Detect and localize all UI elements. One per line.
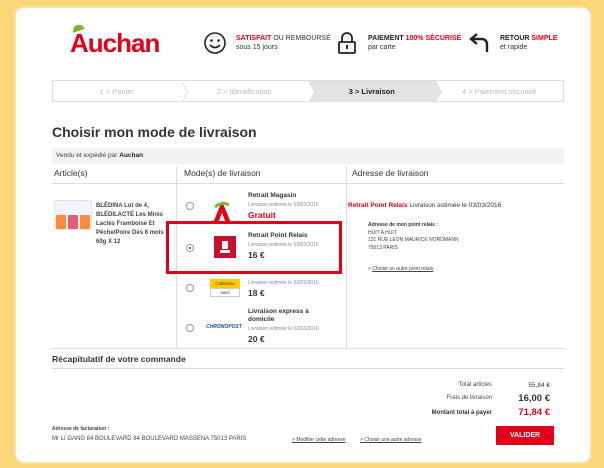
option-estimate: Livraison estimée le 03/03/2016: [248, 242, 319, 248]
page-title: Choisir mon mode de livraison: [52, 124, 257, 140]
radio-chronopost[interactable]: [186, 324, 194, 332]
delivery-address-summary: Retrait Point Relais Livraison estimée l…: [348, 202, 502, 209]
grand-total-value: 71,84 €: [518, 407, 550, 418]
option-estimate: Livraison estimée le 03/03/2016: [248, 202, 319, 208]
product-name: BLÉDINA Lot de 4, BLÉDILACTÉ Les Minis L…: [96, 203, 164, 245]
option-estimate: Livraison estimée le 03/03/2016: [248, 280, 319, 286]
secure-payment: PAIEMENT 100% SÉCURISÉ par carte: [334, 30, 461, 56]
divider: [346, 166, 347, 348]
column-header-articles: Article(s): [54, 168, 88, 178]
modify-address-link[interactable]: > Modifier cette adresse: [292, 437, 346, 443]
column-header-modes: Mode(s) de livraison: [184, 168, 261, 178]
radio-retrait-point-relais[interactable]: [186, 244, 194, 252]
choose-other-address-link[interactable]: > Choisir une autre adresse: [360, 437, 422, 443]
satisfaction-guarantee: SATISFAIT OU REMBOURSÉ sous 15 jours: [202, 30, 331, 56]
chronopost-icon: CHRONOPOST: [206, 324, 242, 330]
option-estimate: Livraison estimée le 02/03/2016: [248, 326, 319, 332]
product-image: [54, 200, 92, 230]
divider: [52, 348, 564, 349]
radio-colissimo[interactable]: [186, 284, 194, 292]
billing-label: Adresse de facturation :: [52, 426, 110, 432]
grand-total-label: Montant total à payer: [431, 410, 492, 416]
return-arrow-icon: [466, 30, 492, 56]
column-header-address: Adresse de livraison: [352, 168, 429, 178]
option-price: 18 €: [248, 288, 265, 298]
option-title: Retrait Point Relais: [248, 232, 308, 239]
option-title: Retrait Magasin: [248, 192, 297, 199]
step-identification[interactable]: 2 > Identification: [180, 81, 308, 101]
step-payment: 4 > Paiement sécurisé: [435, 81, 563, 101]
delivery-fee-value: 16,00 €: [518, 393, 550, 404]
step-delivery: 3 > Livraison: [308, 81, 441, 103]
option-title: Livraison express à domicile: [248, 308, 309, 323]
divider: [52, 183, 564, 184]
option-price: 16 €: [248, 250, 265, 260]
colissimo-icon: Colissimo suivi: [210, 278, 240, 298]
auchan-logo[interactable]: Auchan: [70, 28, 160, 59]
option-price: Gratuit: [248, 210, 276, 220]
total-articles-value: 55,84 €: [528, 382, 550, 389]
lock-icon: [334, 30, 360, 56]
option-price: 20 €: [248, 334, 265, 344]
pickup-relay-icon: [214, 236, 236, 258]
validate-button[interactable]: VALIDER: [496, 426, 554, 445]
divider: [52, 368, 564, 369]
total-articles-label: Total articles: [458, 382, 492, 388]
recap-title: Récapitulatif de votre commande: [52, 354, 186, 364]
radio-retrait-magasin[interactable]: [186, 202, 194, 210]
billing-address: Mr LI GANG 84 BOULEVARD 84 BOULEVARD MAS…: [52, 436, 247, 442]
relay-address: Adresse de mon point relais : HUIT A HUI…: [368, 222, 459, 251]
step-cart[interactable]: 1 > Panier: [53, 81, 181, 101]
choose-other-relay-link[interactable]: > Choisir un autre point relais: [368, 266, 433, 272]
checkout-page: Auchan SATISFAIT OU REMBOURSÉ sous 15 jo…: [14, 6, 592, 464]
simple-return: RETOUR SIMPLE et rapide: [466, 30, 557, 56]
delivery-fee-label: Frais de livraison: [446, 395, 492, 401]
smiley-icon: [202, 30, 228, 56]
checkout-steps: 1 > Panier 2 > Identification 3 > Livrai…: [52, 80, 564, 103]
sold-by-banner: Vendu et expédié par Auchan: [52, 148, 564, 164]
